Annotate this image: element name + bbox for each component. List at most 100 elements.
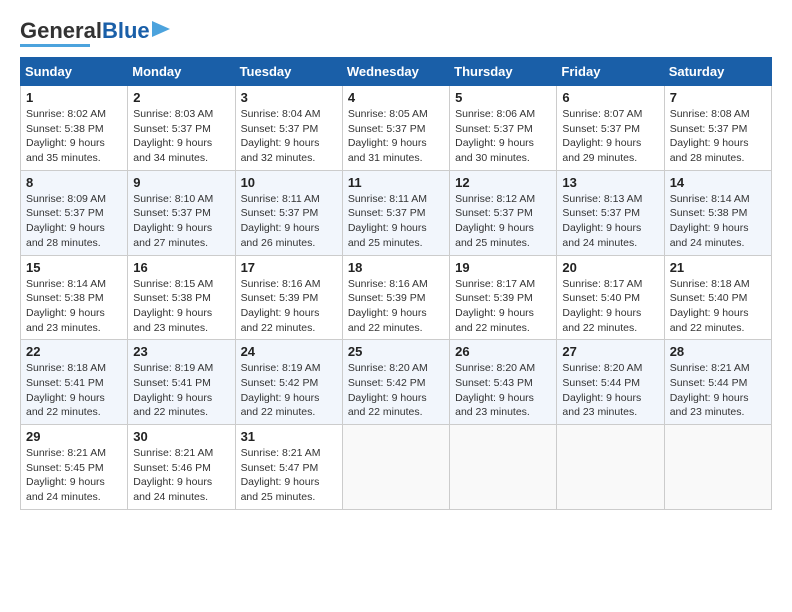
calendar-table: SundayMondayTuesdayWednesdayThursdayFrid… bbox=[20, 57, 772, 510]
calendar-cell: 8 Sunrise: 8:09 AMSunset: 5:37 PMDayligh… bbox=[21, 170, 128, 255]
day-number: 20 bbox=[562, 260, 658, 275]
day-info: Sunrise: 8:09 AMSunset: 5:37 PMDaylight:… bbox=[26, 193, 106, 249]
day-number: 14 bbox=[670, 175, 766, 190]
calendar-cell: 20 Sunrise: 8:17 AMSunset: 5:40 PMDaylig… bbox=[557, 255, 664, 340]
calendar-header-monday: Monday bbox=[128, 58, 235, 86]
calendar-cell: 12 Sunrise: 8:12 AMSunset: 5:37 PMDaylig… bbox=[450, 170, 557, 255]
day-info: Sunrise: 8:21 AMSunset: 5:46 PMDaylight:… bbox=[133, 447, 213, 503]
calendar-week-row: 22 Sunrise: 8:18 AMSunset: 5:41 PMDaylig… bbox=[21, 340, 772, 425]
day-number: 2 bbox=[133, 90, 229, 105]
calendar-cell: 6 Sunrise: 8:07 AMSunset: 5:37 PMDayligh… bbox=[557, 86, 664, 171]
day-info: Sunrise: 8:16 AMSunset: 5:39 PMDaylight:… bbox=[241, 278, 321, 334]
day-number: 15 bbox=[26, 260, 122, 275]
calendar-cell: 30 Sunrise: 8:21 AMSunset: 5:46 PMDaylig… bbox=[128, 425, 235, 510]
calendar-cell: 27 Sunrise: 8:20 AMSunset: 5:44 PMDaylig… bbox=[557, 340, 664, 425]
day-number: 9 bbox=[133, 175, 229, 190]
day-info: Sunrise: 8:14 AMSunset: 5:38 PMDaylight:… bbox=[26, 278, 106, 334]
calendar-cell: 4 Sunrise: 8:05 AMSunset: 5:37 PMDayligh… bbox=[342, 86, 449, 171]
calendar-header-row: SundayMondayTuesdayWednesdayThursdayFrid… bbox=[21, 58, 772, 86]
calendar-cell bbox=[450, 425, 557, 510]
calendar-cell: 14 Sunrise: 8:14 AMSunset: 5:38 PMDaylig… bbox=[664, 170, 771, 255]
logo-arrow-icon bbox=[152, 19, 172, 39]
day-number: 12 bbox=[455, 175, 551, 190]
calendar-week-row: 8 Sunrise: 8:09 AMSunset: 5:37 PMDayligh… bbox=[21, 170, 772, 255]
day-info: Sunrise: 8:02 AMSunset: 5:38 PMDaylight:… bbox=[26, 108, 106, 164]
day-number: 6 bbox=[562, 90, 658, 105]
day-number: 8 bbox=[26, 175, 122, 190]
calendar-cell: 23 Sunrise: 8:19 AMSunset: 5:41 PMDaylig… bbox=[128, 340, 235, 425]
day-info: Sunrise: 8:19 AMSunset: 5:41 PMDaylight:… bbox=[133, 362, 213, 418]
day-info: Sunrise: 8:20 AMSunset: 5:43 PMDaylight:… bbox=[455, 362, 535, 418]
day-info: Sunrise: 8:07 AMSunset: 5:37 PMDaylight:… bbox=[562, 108, 642, 164]
day-number: 27 bbox=[562, 344, 658, 359]
day-number: 16 bbox=[133, 260, 229, 275]
logo-underline bbox=[20, 44, 90, 47]
calendar-cell: 25 Sunrise: 8:20 AMSunset: 5:42 PMDaylig… bbox=[342, 340, 449, 425]
day-info: Sunrise: 8:13 AMSunset: 5:37 PMDaylight:… bbox=[562, 193, 642, 249]
day-number: 29 bbox=[26, 429, 122, 444]
calendar-cell: 5 Sunrise: 8:06 AMSunset: 5:37 PMDayligh… bbox=[450, 86, 557, 171]
day-info: Sunrise: 8:05 AMSunset: 5:37 PMDaylight:… bbox=[348, 108, 428, 164]
page-header: GeneralBlue bbox=[20, 20, 772, 47]
calendar-header-saturday: Saturday bbox=[664, 58, 771, 86]
day-number: 30 bbox=[133, 429, 229, 444]
calendar-week-row: 1 Sunrise: 8:02 AMSunset: 5:38 PMDayligh… bbox=[21, 86, 772, 171]
day-info: Sunrise: 8:08 AMSunset: 5:37 PMDaylight:… bbox=[670, 108, 750, 164]
day-number: 5 bbox=[455, 90, 551, 105]
day-number: 21 bbox=[670, 260, 766, 275]
day-number: 11 bbox=[348, 175, 444, 190]
day-info: Sunrise: 8:11 AMSunset: 5:37 PMDaylight:… bbox=[348, 193, 427, 249]
logo-text: GeneralBlue bbox=[20, 20, 150, 42]
day-number: 26 bbox=[455, 344, 551, 359]
day-info: Sunrise: 8:14 AMSunset: 5:38 PMDaylight:… bbox=[670, 193, 750, 249]
calendar-cell: 3 Sunrise: 8:04 AMSunset: 5:37 PMDayligh… bbox=[235, 86, 342, 171]
calendar-cell: 18 Sunrise: 8:16 AMSunset: 5:39 PMDaylig… bbox=[342, 255, 449, 340]
calendar-header-sunday: Sunday bbox=[21, 58, 128, 86]
calendar-cell: 31 Sunrise: 8:21 AMSunset: 5:47 PMDaylig… bbox=[235, 425, 342, 510]
day-info: Sunrise: 8:18 AMSunset: 5:40 PMDaylight:… bbox=[670, 278, 750, 334]
calendar-cell: 16 Sunrise: 8:15 AMSunset: 5:38 PMDaylig… bbox=[128, 255, 235, 340]
calendar-cell bbox=[342, 425, 449, 510]
calendar-cell: 7 Sunrise: 8:08 AMSunset: 5:37 PMDayligh… bbox=[664, 86, 771, 171]
day-info: Sunrise: 8:19 AMSunset: 5:42 PMDaylight:… bbox=[241, 362, 321, 418]
calendar-cell: 2 Sunrise: 8:03 AMSunset: 5:37 PMDayligh… bbox=[128, 86, 235, 171]
day-number: 19 bbox=[455, 260, 551, 275]
calendar-cell: 10 Sunrise: 8:11 AMSunset: 5:37 PMDaylig… bbox=[235, 170, 342, 255]
logo: GeneralBlue bbox=[20, 20, 172, 47]
calendar-cell: 17 Sunrise: 8:16 AMSunset: 5:39 PMDaylig… bbox=[235, 255, 342, 340]
day-number: 4 bbox=[348, 90, 444, 105]
day-info: Sunrise: 8:17 AMSunset: 5:39 PMDaylight:… bbox=[455, 278, 535, 334]
calendar-header-thursday: Thursday bbox=[450, 58, 557, 86]
calendar-cell: 22 Sunrise: 8:18 AMSunset: 5:41 PMDaylig… bbox=[21, 340, 128, 425]
calendar-week-row: 29 Sunrise: 8:21 AMSunset: 5:45 PMDaylig… bbox=[21, 425, 772, 510]
calendar-cell: 24 Sunrise: 8:19 AMSunset: 5:42 PMDaylig… bbox=[235, 340, 342, 425]
day-number: 23 bbox=[133, 344, 229, 359]
calendar-header-wednesday: Wednesday bbox=[342, 58, 449, 86]
calendar-cell: 9 Sunrise: 8:10 AMSunset: 5:37 PMDayligh… bbox=[128, 170, 235, 255]
day-info: Sunrise: 8:17 AMSunset: 5:40 PMDaylight:… bbox=[562, 278, 642, 334]
day-info: Sunrise: 8:18 AMSunset: 5:41 PMDaylight:… bbox=[26, 362, 106, 418]
calendar-cell: 11 Sunrise: 8:11 AMSunset: 5:37 PMDaylig… bbox=[342, 170, 449, 255]
day-info: Sunrise: 8:04 AMSunset: 5:37 PMDaylight:… bbox=[241, 108, 321, 164]
calendar-cell: 26 Sunrise: 8:20 AMSunset: 5:43 PMDaylig… bbox=[450, 340, 557, 425]
day-info: Sunrise: 8:03 AMSunset: 5:37 PMDaylight:… bbox=[133, 108, 213, 164]
day-info: Sunrise: 8:11 AMSunset: 5:37 PMDaylight:… bbox=[241, 193, 320, 249]
day-number: 17 bbox=[241, 260, 337, 275]
day-info: Sunrise: 8:06 AMSunset: 5:37 PMDaylight:… bbox=[455, 108, 535, 164]
day-number: 7 bbox=[670, 90, 766, 105]
calendar-cell: 1 Sunrise: 8:02 AMSunset: 5:38 PMDayligh… bbox=[21, 86, 128, 171]
calendar-week-row: 15 Sunrise: 8:14 AMSunset: 5:38 PMDaylig… bbox=[21, 255, 772, 340]
calendar-cell bbox=[664, 425, 771, 510]
calendar-header-tuesday: Tuesday bbox=[235, 58, 342, 86]
day-number: 1 bbox=[26, 90, 122, 105]
day-info: Sunrise: 8:21 AMSunset: 5:45 PMDaylight:… bbox=[26, 447, 106, 503]
day-number: 25 bbox=[348, 344, 444, 359]
calendar-cell bbox=[557, 425, 664, 510]
day-number: 31 bbox=[241, 429, 337, 444]
day-number: 10 bbox=[241, 175, 337, 190]
day-number: 22 bbox=[26, 344, 122, 359]
calendar-cell: 15 Sunrise: 8:14 AMSunset: 5:38 PMDaylig… bbox=[21, 255, 128, 340]
calendar-cell: 13 Sunrise: 8:13 AMSunset: 5:37 PMDaylig… bbox=[557, 170, 664, 255]
day-info: Sunrise: 8:15 AMSunset: 5:38 PMDaylight:… bbox=[133, 278, 213, 334]
day-info: Sunrise: 8:12 AMSunset: 5:37 PMDaylight:… bbox=[455, 193, 535, 249]
